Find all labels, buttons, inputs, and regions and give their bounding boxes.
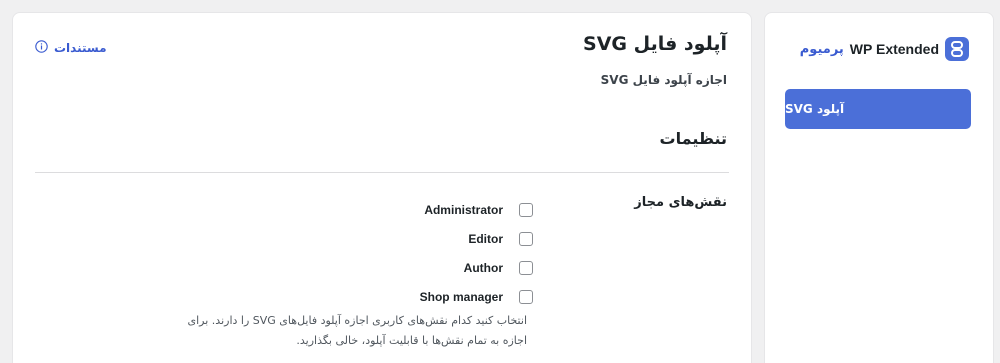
roles-help-text: انتخاب کنید کدام نقش‌های کاربری اجازه آپ… (187, 314, 527, 347)
brand: WP Extended پرمیوم (800, 37, 969, 61)
sidebar: WP Extended پرمیوم آپلود SVG (764, 12, 994, 363)
role-option-administrator[interactable]: Administrator (413, 195, 533, 224)
divider (35, 172, 729, 173)
role-label: Shop manager (419, 289, 503, 304)
main-panel: آپلود فایل SVG اجازه آپلود فایل SVG مستن… (12, 12, 752, 363)
author-checkbox[interactable] (519, 260, 533, 275)
documentation-label: مستندات (54, 41, 107, 55)
documentation-link[interactable]: مستندات (35, 40, 107, 56)
brand-name: WP Extended (849, 41, 939, 57)
role-option-author[interactable]: Author (413, 253, 533, 282)
administrator-checkbox[interactable] (519, 202, 533, 217)
section-title-settings: تنظیمات (659, 129, 727, 148)
role-option-editor[interactable]: Editor (413, 224, 533, 253)
role-label: Author (463, 260, 503, 275)
role-label: Administrator (424, 202, 503, 217)
brand-logo-icon (945, 37, 969, 61)
sidebar-item-label: آپلود SVG (785, 102, 845, 116)
role-option-shop-manager[interactable]: Shop manager (413, 282, 533, 311)
page-title: آپلود فایل SVG (583, 33, 727, 55)
roles-list: Administrator Editor Author Shop manager (413, 195, 533, 311)
page-subtitle: اجازه آپلود فایل SVG (600, 73, 727, 87)
allowed-roles-label: نقش‌های مجاز (634, 195, 727, 210)
editor-checkbox[interactable] (519, 231, 533, 246)
premium-badge: پرمیوم (799, 41, 844, 57)
sidebar-item-svg-upload[interactable]: آپلود SVG (785, 89, 971, 129)
role-label: Editor (468, 231, 503, 246)
shop-manager-checkbox[interactable] (519, 289, 533, 304)
info-icon (35, 40, 48, 56)
